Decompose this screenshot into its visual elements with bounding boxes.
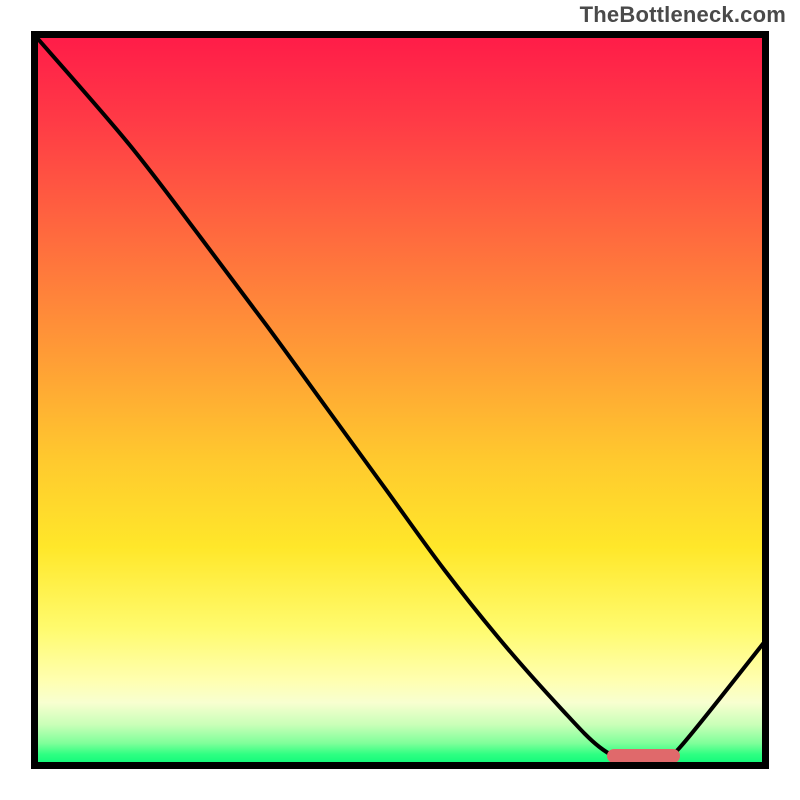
optimal-range-marker — [607, 749, 681, 763]
chart-plot-area — [31, 31, 769, 769]
chart-background-gradient — [31, 31, 769, 769]
watermark-text: TheBottleneck.com — [580, 2, 786, 28]
